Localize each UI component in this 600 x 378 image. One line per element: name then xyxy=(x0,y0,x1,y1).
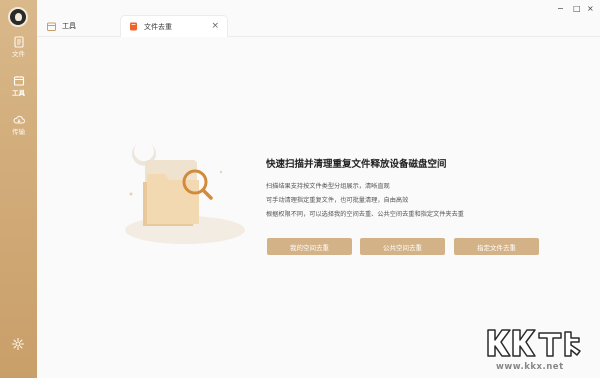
close-window-icon[interactable]: × xyxy=(587,4,594,14)
sidebar-item-label: 传输 xyxy=(12,128,25,136)
description-line: 扫描结果支持按文件类型分组展示，清晰直观 xyxy=(266,183,390,190)
sidebar-item-label: 工具 xyxy=(12,89,25,97)
tab-label: 文件去重 xyxy=(144,22,172,31)
gear-icon[interactable] xyxy=(11,337,25,351)
tab-file-dedup[interactable]: 文件去重 × xyxy=(120,15,228,37)
tools-icon xyxy=(13,76,24,86)
watermark-url: www.kkx.net xyxy=(496,362,564,372)
kkx-watermark-logo xyxy=(487,329,581,357)
public-space-dedup-button[interactable]: 公共空间去重 xyxy=(360,238,445,255)
sidebar-item-tools[interactable]: 工具 xyxy=(0,75,37,97)
description-line: 根据权限不同，可以选择我的空间去重、公共空间去重和指定文件夹去重 xyxy=(266,211,464,218)
my-space-dedup-button[interactable]: 我的空间去重 xyxy=(267,238,352,255)
headline: 快速扫描并清理重复文件释放设备磁盘空间 xyxy=(266,159,447,170)
app-logo[interactable] xyxy=(8,7,28,27)
sidebar-item-label: 文件 xyxy=(12,50,25,58)
specified-file-dedup-button[interactable]: 指定文件去重 xyxy=(454,238,539,255)
sidebar-item-transfer[interactable]: 传输 xyxy=(0,114,37,136)
tab-bar: 工具 文件去重 × − □ × xyxy=(37,0,600,37)
file-icon xyxy=(13,36,24,48)
cloud-transfer-icon xyxy=(13,115,25,124)
folder-search-illustration xyxy=(125,144,245,244)
description-line: 可手动清理指定重复文件，也可批量清理，自由高效 xyxy=(266,197,409,204)
calendar-tools-icon xyxy=(47,22,56,31)
sidebar-item-files[interactable]: 文件 xyxy=(0,36,37,58)
minimize-icon[interactable]: − xyxy=(557,4,564,14)
tab-tools[interactable]: 工具 xyxy=(45,15,115,37)
orange-file-icon xyxy=(130,22,137,31)
tab-label: 工具 xyxy=(62,22,76,30)
close-tab-icon[interactable]: × xyxy=(211,21,219,31)
sidebar: 文件 工具 传输 xyxy=(0,0,37,378)
maximize-icon[interactable]: □ xyxy=(573,4,581,14)
